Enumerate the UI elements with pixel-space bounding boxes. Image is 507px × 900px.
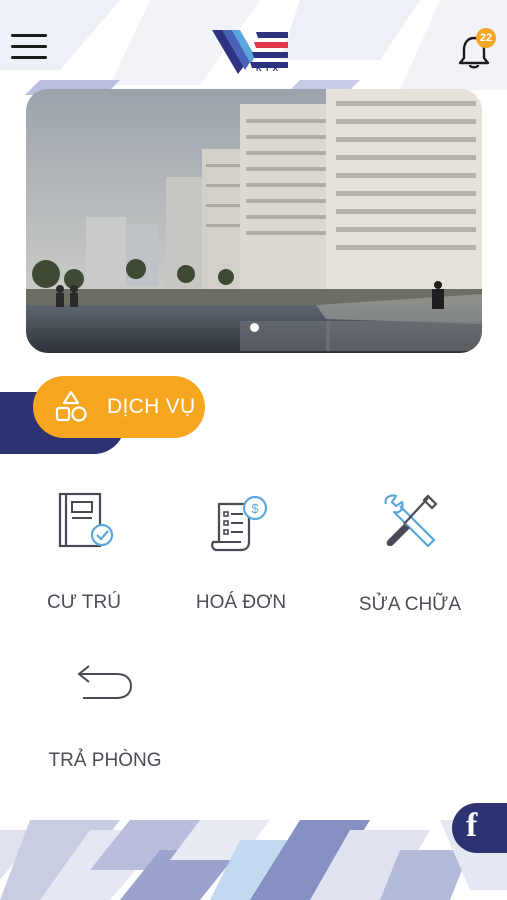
section-title-pill: DỊCH VỤ (33, 376, 205, 438)
section-title: DỊCH VỤ (107, 395, 196, 418)
residence-book-icon (58, 492, 114, 548)
logo-text: KTX (256, 64, 281, 73)
shapes-icon (55, 390, 87, 422)
service-residence[interactable]: CƯ TRÚ (24, 488, 144, 614)
service-checkout[interactable]: TRẢ PHÒNG (44, 660, 166, 772)
notification-badge: 22 (476, 28, 496, 48)
svg-text:$: $ (251, 501, 259, 516)
invoice-icon: $ (211, 495, 268, 552)
repair-tools-icon (384, 494, 438, 548)
service-label: SỬA CHỮA (358, 594, 462, 615)
hamburger-menu-icon[interactable] (11, 34, 47, 64)
app-header: KTX 22 (0, 0, 507, 90)
return-arrow-icon (77, 665, 133, 699)
service-label: HOÁ ĐƠN (195, 592, 287, 613)
service-repair[interactable]: SỬA CHỮA (350, 490, 470, 616)
service-label: TRẢ PHÒNG (48, 750, 162, 771)
carousel-dot-active[interactable] (249, 323, 259, 332)
facebook-button[interactable]: f (452, 803, 507, 853)
facebook-icon: f (466, 807, 478, 844)
carousel-indicator (26, 319, 482, 337)
banner-carousel[interactable] (26, 89, 482, 353)
service-invoice[interactable]: $ HOÁ ĐƠN (180, 494, 302, 614)
dormitory-photo (26, 89, 482, 353)
footer-background-pattern (0, 820, 507, 900)
service-label: CƯ TRÚ (47, 592, 121, 613)
